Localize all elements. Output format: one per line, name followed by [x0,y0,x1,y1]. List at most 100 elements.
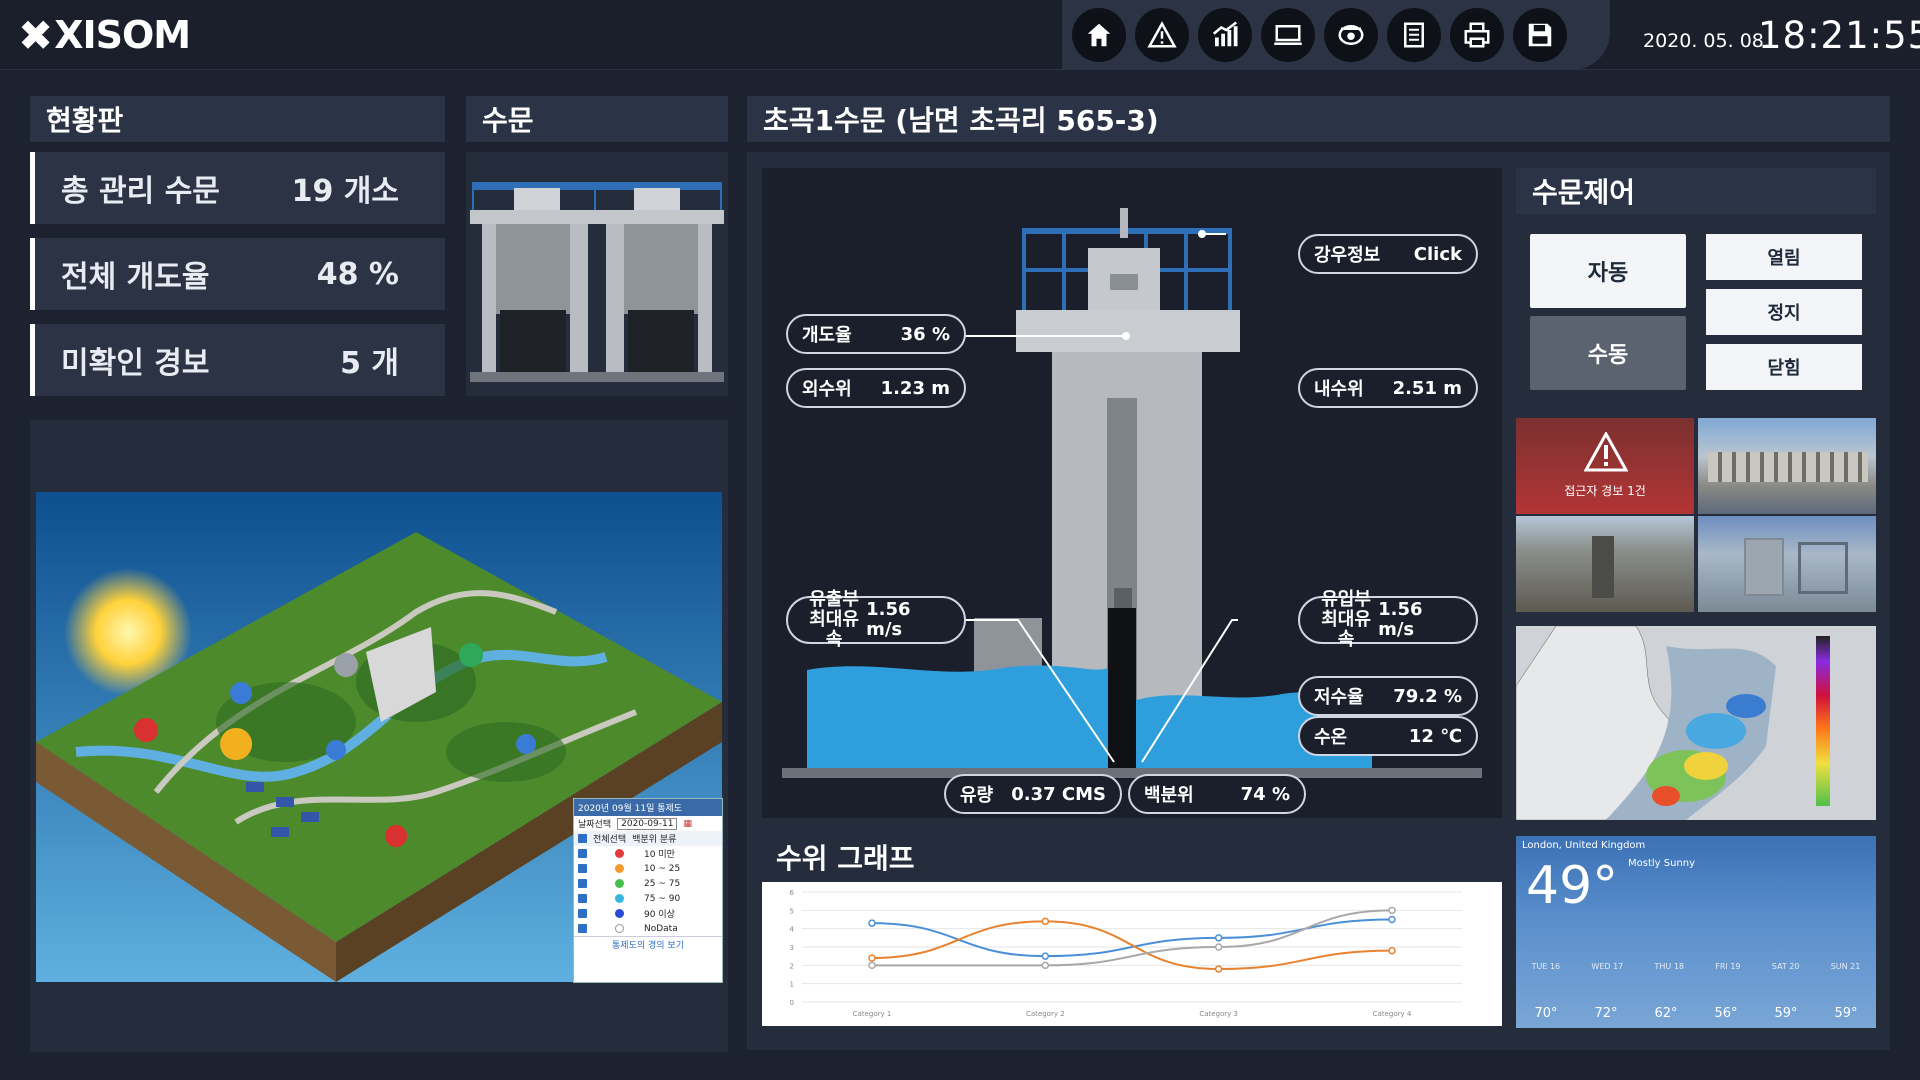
legend-checkbox[interactable] [578,864,587,873]
percentile-tag: 백분위 74 % [1128,774,1306,814]
y-tick-label: 0 [790,999,794,1007]
legend-row: 25 ~ 75 [574,876,722,891]
rain-info-click[interactable]: Click [1414,244,1462,265]
forecast-day: SAT 20 [1771,962,1800,971]
line-chart: 0 1 2 3 4 5 6 Category 1 Category 2 Category 3 Cat… [790,889,1462,1018]
forecast-day: TUE 16 [1531,962,1561,971]
chart-button[interactable] [1198,8,1252,62]
gate-stop-button[interactable]: 정지 [1706,289,1862,335]
y-tick-label: 4 [790,926,795,934]
gate-control-title: 수문제어 [1516,168,1876,214]
water-temp-value: 12 ℃ [1408,725,1462,747]
series-point[interactable] [1214,965,1223,973]
cctv-view-gate-b[interactable] [1698,516,1876,612]
y-tick-label: 3 [790,944,794,952]
series-point[interactable] [1214,934,1223,942]
save-button[interactable] [1513,8,1567,62]
legend-range: NoData [644,923,678,934]
series-point[interactable] [868,954,876,962]
cctv-button[interactable] [1324,8,1378,62]
top-bar: ✖ XISOM 2020. 05. 08. 18:21:55 [0,0,1920,70]
legend-range: 90 이상 [644,910,675,920]
calendar-icon[interactable]: ▦ [683,819,692,829]
legend-row: 90 이상 [574,906,722,921]
gate-illustration [470,182,724,382]
gate-open-button[interactable]: 열림 [1706,234,1862,280]
legend-checkbox[interactable] [578,909,587,918]
series-point[interactable] [1214,943,1223,951]
legend-checkbox[interactable] [578,849,587,858]
weather-condition: Mostly Sunny [1628,858,1696,869]
monitor-button[interactable] [1261,8,1315,62]
stat-unconfirmed-alarms[interactable]: 미확인 경보 5 개 [30,324,445,396]
series-point[interactable] [1041,961,1050,970]
series-point[interactable] [868,961,876,970]
home-button[interactable] [1072,8,1126,62]
series-point[interactable] [1388,915,1396,924]
inflow-velocity-tag: 유입부 최대유속 1.56 m/s [1298,590,1478,650]
y-tick-label: 1 [790,981,794,989]
legend-select-all-checkbox[interactable] [578,834,587,843]
legend-dot-icon [615,864,624,873]
forecast-temp: 59° [1774,1006,1798,1021]
cctv-icon [1338,25,1364,45]
percentile-value: 74 % [1240,783,1290,805]
gate-close-button[interactable]: 닫힘 [1706,344,1862,390]
auto-mode-button[interactable]: 자동 [1530,234,1686,308]
weather-widget[interactable]: London, United Kingdom 49° Mostly Sunny … [1516,836,1876,1028]
forecast-temp: 70° [1534,1006,1558,1021]
cctv-view-gate-a[interactable] [1516,516,1694,612]
weather-forecast-temps: 70° 72° 62° 56° 59° 59° [1516,1006,1876,1021]
legend-date-input[interactable]: 2020-09-11 [617,817,678,830]
legend-range: 10 미만 [644,850,675,860]
gate-thumbnail[interactable] [466,152,728,396]
outer-level-label: 외수위 [802,379,852,400]
legend-dot-icon [615,894,624,903]
stat-total-gates: 총 관리 수문 19 개소 [30,152,445,224]
y-tick-label: 5 [790,907,794,915]
forecast-temp: 56° [1714,1006,1738,1021]
alarm-button[interactable] [1135,8,1189,62]
current-date: 2020. 05. 08. [1643,30,1770,52]
cctv-alarm-view[interactable]: 접근자 경보 1건 [1516,418,1694,514]
manual-mode-button[interactable]: 수동 [1530,316,1686,390]
legend-dot-icon [615,879,624,888]
legend-checkbox[interactable] [578,894,587,903]
rain-radar-map[interactable] [1516,626,1876,820]
cctv-view-dam[interactable] [1698,418,1876,514]
water-temp-tag: 수온 12 ℃ [1298,716,1478,756]
legend-col-a: 전체선택 [593,835,627,845]
print-icon [1464,22,1490,48]
outflow-velocity-value: 1.56 m/s [866,599,911,640]
detail-title: 초곡1수문 (남면 초곡리 565-3) [747,96,1890,142]
legend-row: 10 미만 [574,846,722,861]
stat-open-rate: 전체 개도율 48 % [30,238,445,310]
forecast-day: THU 18 [1654,962,1684,971]
outflow-velocity-label: 유출부 최대유속 [809,589,859,650]
series-point[interactable] [868,919,876,927]
opening-rate-value: 36 % [900,323,950,345]
outflow-velocity-tag: 유출부 최대유속 1.56 m/s [786,590,966,650]
storage-rate-tag: 저수율 79.2 % [1298,676,1478,716]
legend-checkbox[interactable] [578,879,587,888]
series-point[interactable] [1041,917,1050,926]
weather-location: London, United Kingdom [1522,840,1646,851]
forecast-day: SUN 21 [1830,962,1861,971]
storage-rate-value: 79.2 % [1393,685,1462,707]
rain-info-tag[interactable]: 강우정보 Click [1298,234,1478,274]
gate-panel-title: 수문 [466,96,728,142]
xisom-logo: ✖ XISOM [18,11,191,60]
legend-header-row: 전체선택 백분위 분류 [574,831,722,846]
flow-tag: 유량 0.37 CMS [944,774,1122,814]
outer-level-tag: 외수위 1.23 m [786,368,966,408]
series-point[interactable] [1388,946,1396,955]
graph-title: 수위 그래프 [762,834,1502,880]
legend-checkbox[interactable] [578,924,587,933]
print-button[interactable] [1450,8,1504,62]
forecast-day: WED 17 [1591,962,1624,971]
report-button[interactable] [1387,8,1441,62]
series-point[interactable] [1388,906,1396,915]
x-tick-label: Category 4 [1373,1010,1412,1018]
legend-footer-link[interactable]: 통제도의 경의 보기 [574,936,722,951]
series-point[interactable] [1041,952,1050,960]
